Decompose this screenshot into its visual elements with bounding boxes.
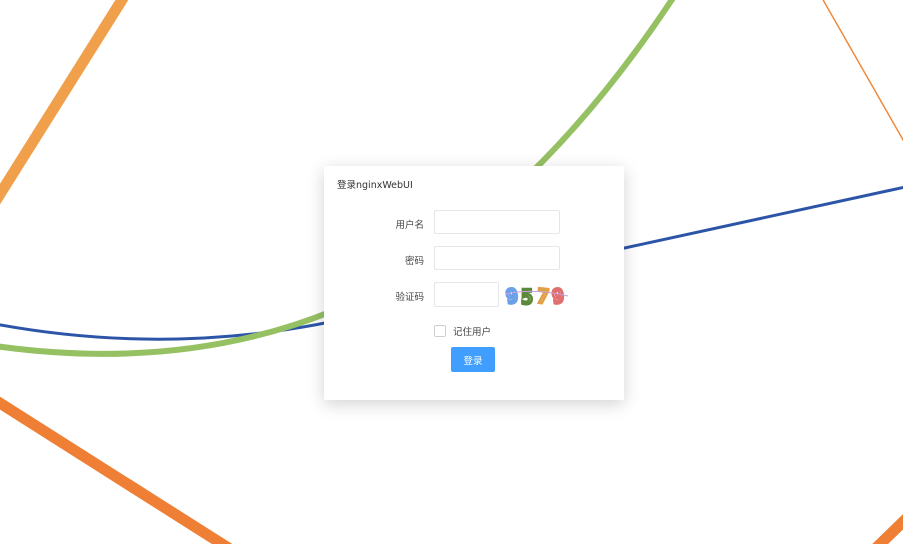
captcha-char-4: 9 [551,283,565,308]
login-button[interactable]: 登录 [451,347,495,372]
username-label: 用户名 [395,220,424,231]
bg-line-orange-bottom-left [0,396,233,544]
remember-user-option[interactable]: 记住用户 [434,324,491,338]
password-label: 密码 [404,256,424,267]
bg-line-orange-thin [822,0,903,142]
login-panel: 登录nginxWebUI 用户名 密码 验证码 9 5 7 9 记住用户 登录 [324,166,624,400]
captcha-char-3: 7 [536,284,550,308]
captcha-image[interactable]: 9 5 7 9 [504,282,570,308]
bg-line-orange-bottom-right [872,514,903,544]
captcha-char-2: 5 [521,285,533,308]
bg-line-orange-top-left [0,0,129,205]
login-title: 登录nginxWebUI [337,180,413,191]
captcha-input[interactable] [434,282,499,307]
username-input[interactable] [434,210,560,234]
password-input[interactable] [434,246,560,270]
captcha-label: 验证码 [395,292,424,303]
remember-checkbox[interactable] [434,325,446,337]
captcha-char-1: 9 [504,283,519,308]
remember-label: 记住用户 [453,327,492,338]
